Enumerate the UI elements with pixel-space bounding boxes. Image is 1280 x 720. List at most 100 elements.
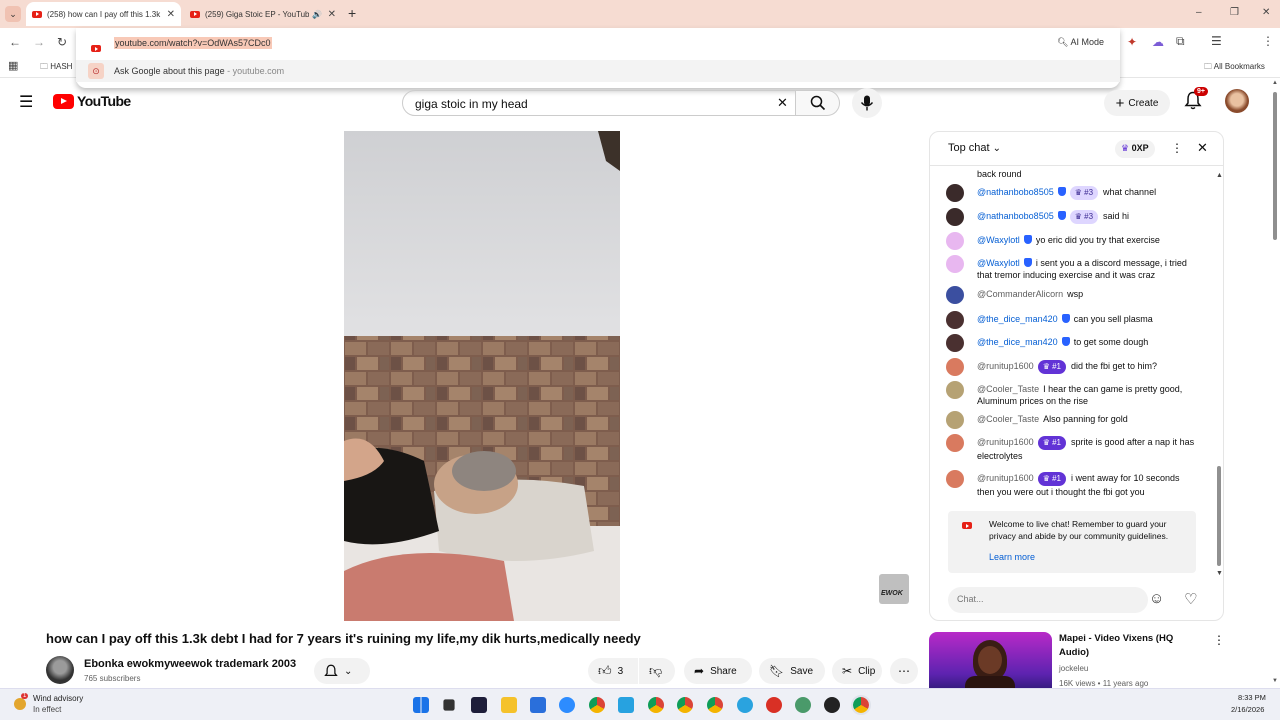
search-button[interactable]	[796, 90, 840, 116]
chat-author-avatar[interactable]	[946, 470, 964, 488]
ask-google-suggestion[interactable]: Ask Google about this page - youtube.com	[114, 66, 284, 76]
hamburger-menu-icon[interactable]: ☰	[19, 92, 33, 112]
chat-author-name[interactable]: @runitup1600	[977, 473, 1034, 483]
chat-author-name[interactable]: @CommanderAlicorn	[977, 289, 1063, 299]
chat-author-avatar[interactable]	[946, 334, 964, 352]
puzzle-icon[interactable]: ⧉	[1176, 34, 1185, 49]
reading-list-icon[interactable]: ☰	[1211, 34, 1222, 48]
video-player[interactable]	[344, 131, 620, 621]
chrome-profile-icon[interactable]	[589, 697, 605, 713]
telegram-icon[interactable]	[737, 697, 753, 713]
voice-search-button[interactable]	[852, 88, 882, 118]
chat-more-icon[interactable]: ⋮	[1171, 141, 1183, 155]
chat-author-name[interactable]: @nathanbobo8505	[977, 211, 1054, 221]
chat-author-name[interactable]: @Waxylotl	[977, 235, 1020, 245]
clip-button[interactable]: ✂ Clip	[832, 658, 882, 684]
ai-mode-button[interactable]: 🔍︎ AI Mode	[1057, 37, 1104, 48]
chat-author-avatar[interactable]	[946, 286, 964, 304]
channel-avatar[interactable]	[46, 656, 74, 684]
notes-icon[interactable]	[618, 697, 634, 713]
chat-author-name[interactable]: @Cooler_Taste	[977, 414, 1039, 424]
save-button[interactable]: 🔖︎ Save	[759, 658, 825, 684]
youtube-logo[interactable]: YouTube	[53, 93, 131, 109]
recommended-channel[interactable]: jockeleu	[1059, 664, 1088, 673]
chrome-icon[interactable]	[707, 697, 723, 713]
chat-author-avatar[interactable]	[946, 411, 964, 429]
recommended-thumbnail[interactable]	[929, 632, 1052, 692]
chat-input[interactable]: Chat...	[948, 587, 1148, 613]
url-field[interactable]: youtube.com/watch?v=OdWAs57CDc0	[114, 37, 272, 49]
emoji-icon[interactable]: ☺	[1149, 590, 1164, 607]
chat-author-avatar[interactable]	[946, 311, 964, 329]
extensions-icon[interactable]: ✦	[1127, 35, 1137, 49]
search-input[interactable]: giga stoic in my head	[402, 90, 796, 116]
dislike-button[interactable]: 👎︎	[639, 658, 675, 684]
taskbar-date[interactable]: 2/16/2026	[1231, 705, 1264, 714]
speaker-icon[interactable]: 🔊	[312, 10, 322, 19]
extension-2-icon[interactable]: ☁	[1152, 35, 1164, 49]
xp-badge[interactable]: ♛ 0XP	[1115, 140, 1155, 158]
bookmark-folder[interactable]: 🗀 HASH	[40, 61, 72, 75]
clear-search-icon[interactable]: ✕	[777, 95, 788, 111]
chat-author-name[interactable]: @Cooler_Taste	[977, 384, 1039, 394]
page-scrollbar[interactable]: ▲ ▼	[1272, 80, 1278, 688]
task-view-icon[interactable]	[443, 699, 455, 711]
notification-bell-button[interactable]: ⌄	[314, 658, 370, 684]
chat-author-avatar[interactable]	[946, 381, 964, 399]
channel-name[interactable]: Ebonka ewokmyweewok trademark 2003	[84, 658, 296, 670]
chat-author-avatar[interactable]	[946, 208, 964, 226]
chat-author-avatar[interactable]	[946, 255, 964, 273]
apps-icon[interactable]: ▦	[8, 59, 18, 72]
learn-more-link[interactable]: Learn more	[989, 551, 1035, 563]
chat-author-avatar[interactable]	[946, 434, 964, 452]
chat-scrollbar[interactable]: ▲ ▼	[1216, 172, 1223, 578]
all-bookmarks[interactable]: 🗀 All Bookmarks	[1204, 61, 1265, 75]
restore-icon[interactable]: ❐	[1230, 7, 1239, 18]
new-tab-button[interactable]: +	[348, 5, 356, 21]
recommended-more-icon[interactable]: ⋮	[1213, 633, 1225, 647]
forward-icon[interactable]: →	[33, 35, 45, 49]
like-button[interactable]: 👍︎ 3	[588, 658, 638, 684]
app-icon[interactable]	[766, 697, 782, 713]
zoom-icon[interactable]	[559, 697, 575, 713]
chat-author-name[interactable]: @runitup1600	[977, 437, 1034, 447]
more-actions-button[interactable]: ⋯	[890, 658, 918, 684]
heart-icon[interactable]: ♡	[1184, 590, 1197, 608]
tab-active[interactable]: (258) how can I pay off this 1.3k ✕	[26, 2, 181, 26]
create-button[interactable]: + Create	[1104, 90, 1170, 116]
close-window-icon[interactable]: ✕	[1262, 7, 1270, 18]
taskbar-time[interactable]: 8:33 PM	[1238, 693, 1266, 702]
terminal-icon[interactable]	[471, 697, 487, 713]
chat-author-avatar[interactable]	[946, 358, 964, 376]
chrome-icon[interactable]	[677, 697, 693, 713]
reload-icon[interactable]: ↻	[57, 35, 67, 49]
chrome-icon[interactable]	[648, 697, 664, 713]
chat-author-name[interactable]: @the_dice_man420	[977, 314, 1058, 324]
close-tab-icon[interactable]: ✕	[328, 9, 336, 20]
tab-inactive[interactable]: (259) Giga Stoic EP - YouTube 🔊 ✕	[184, 2, 342, 26]
chrome-menu-icon[interactable]: ⋮	[1262, 34, 1274, 48]
tab-search-icon[interactable]: ⌄	[5, 6, 21, 22]
chat-author-avatar[interactable]	[946, 232, 964, 250]
obs-icon[interactable]	[824, 697, 840, 713]
close-chat-icon[interactable]: ✕	[1197, 140, 1208, 156]
recommended-title[interactable]: Mapei - Video Vixens (HQ Audio)	[1059, 632, 1199, 660]
weather-widget[interactable]: 1 Wind advisory In effect	[10, 692, 100, 718]
notifications-button[interactable]: 9+	[1184, 87, 1208, 113]
chat-author-name[interactable]: @the_dice_man420	[977, 337, 1058, 347]
chat-mode-dropdown[interactable]: Top chat ⌄	[948, 142, 1001, 154]
channel-watermark[interactable]: EWOK	[879, 574, 909, 604]
file-explorer-icon[interactable]	[501, 697, 517, 713]
share-button[interactable]: ➦ Share	[684, 658, 752, 684]
windows-start-icon[interactable]	[413, 697, 429, 713]
app-icon[interactable]	[795, 697, 811, 713]
close-tab-icon[interactable]: ✕	[167, 9, 175, 20]
account-avatar[interactable]	[1225, 89, 1249, 113]
chat-author-avatar[interactable]	[946, 184, 964, 202]
chat-author-name[interactable]: @Waxylotl	[977, 258, 1020, 268]
chat-author-name[interactable]: @nathanbobo8505	[977, 187, 1054, 197]
chat-author-name[interactable]: @runitup1600	[977, 361, 1034, 371]
back-icon[interactable]: ←	[9, 35, 21, 49]
chrome-active-icon[interactable]	[851, 695, 871, 715]
store-icon[interactable]	[530, 697, 546, 713]
